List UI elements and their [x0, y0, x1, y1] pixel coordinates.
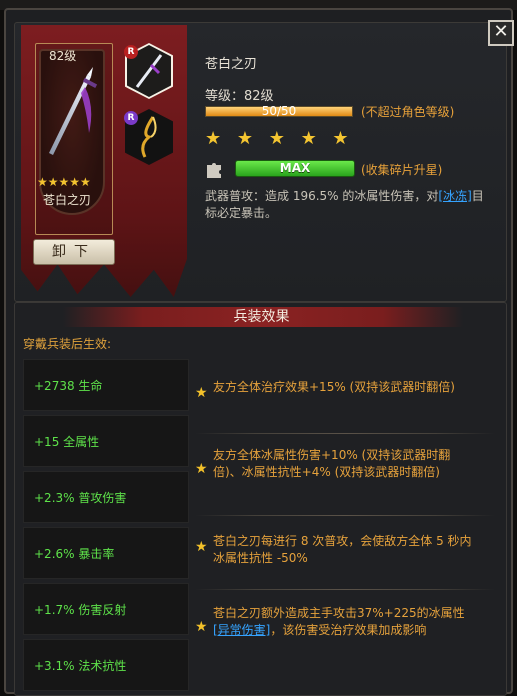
star-rating: ★ ★ ★ ★ ★	[205, 128, 354, 149]
star-icon: ★	[195, 385, 208, 401]
stat-value: +15 全属性	[34, 435, 100, 449]
grade-progress-text: 50/50	[261, 104, 297, 118]
weapon-detail-window: 82级 ★★★★★ 苍白之刃 卸下 R R 苍白之刃 等级：82级 50/50 …	[4, 8, 514, 696]
unequip-button[interactable]: 卸下	[33, 239, 115, 265]
star-icon: ★	[195, 461, 208, 477]
stat-row: +1.7% 伤害反射	[23, 583, 189, 635]
divider	[195, 515, 495, 516]
stat-row: +15 全属性	[23, 415, 189, 467]
passive-text: 友方全体冰属性伤害+10% (双持该武器时翻倍)、冰属性抗性+4% (双持该武器…	[213, 448, 451, 479]
abnormal-damage-keyword-link[interactable]: [异常伤害]	[213, 623, 270, 637]
fragment-note: (收集碎片升星)	[361, 163, 443, 177]
weapon-info-panel: 82级 ★★★★★ 苍白之刃 卸下 R R 苍白之刃 等级：82级 50/50 …	[14, 22, 507, 302]
stat-row: +2.3% 普攻伤害	[23, 471, 189, 523]
grade-note: (不超过角色等级)	[361, 105, 455, 119]
stat-row: +2738 生命	[23, 359, 189, 411]
desc-prefix: 武器普攻：造成 196.5% 的冰属性伤害，对	[205, 189, 439, 203]
section-title: 兵装效果	[233, 309, 290, 325]
star-icon: ★	[195, 619, 208, 635]
close-button[interactable]: ✕	[488, 20, 514, 46]
passive-text: 苍白之刃每进行 8 次普攻，会使敌方全体 5 秒内冰属性抗性 -50%	[213, 534, 472, 565]
weapon-description: 武器普攻：造成 196.5% 的冰属性伤害，对[冰冻]目标必定暴击。	[205, 188, 485, 222]
divider	[195, 589, 495, 590]
stat-value: +1.7% 伤害反射	[34, 603, 127, 617]
stat-value: +2.3% 普攻伤害	[34, 491, 127, 505]
passive-text-suffix: ，该伤害受治疗效果加成影响	[270, 623, 427, 637]
rarity-badge: R	[124, 45, 138, 59]
effects-subtitle: 穿戴兵装后生效:	[23, 337, 112, 351]
weapon-name: 苍白之刃	[43, 193, 92, 207]
sword-icon	[49, 67, 98, 155]
close-icon: ✕	[493, 21, 509, 42]
passive-text: 苍白之刃额外造成主手攻击37%+225的冰属性 [异常伤害]，该伤害受治疗效果加成…	[213, 605, 473, 639]
sword-icon	[135, 54, 163, 88]
puzzle-icon	[207, 163, 221, 178]
star-icon: ★	[195, 539, 208, 555]
weapon-level-short: 82级	[49, 49, 77, 63]
fragment-status: MAX	[279, 161, 311, 175]
stat-value: +3.1% 法术抗性	[34, 659, 127, 673]
freeze-keyword-link[interactable]: [冰冻]	[438, 189, 471, 203]
weapon-title: 苍白之刃	[205, 57, 258, 72]
stat-row: +3.1% 法术抗性	[23, 639, 189, 691]
weapon-grade: 等级：82级	[205, 89, 274, 104]
passive-text: 友方全体治疗效果+15% (双持该武器时翻倍)	[213, 380, 455, 394]
divider	[195, 433, 495, 434]
weapon-stars-small: ★★★★★	[37, 175, 91, 189]
passive-text-prefix: 苍白之刃额外造成主手攻击37%+225的冰属性	[213, 606, 465, 620]
effects-panel: 兵装效果 穿戴兵装后生效: +2738 生命 +15 全属性 +2.3% 普攻伤…	[14, 302, 507, 696]
rarity-badge: R	[124, 111, 138, 125]
stat-value: +2738 生命	[34, 379, 103, 393]
stat-value: +2.6% 暴击率	[34, 547, 115, 561]
stat-row: +2.6% 暴击率	[23, 527, 189, 579]
